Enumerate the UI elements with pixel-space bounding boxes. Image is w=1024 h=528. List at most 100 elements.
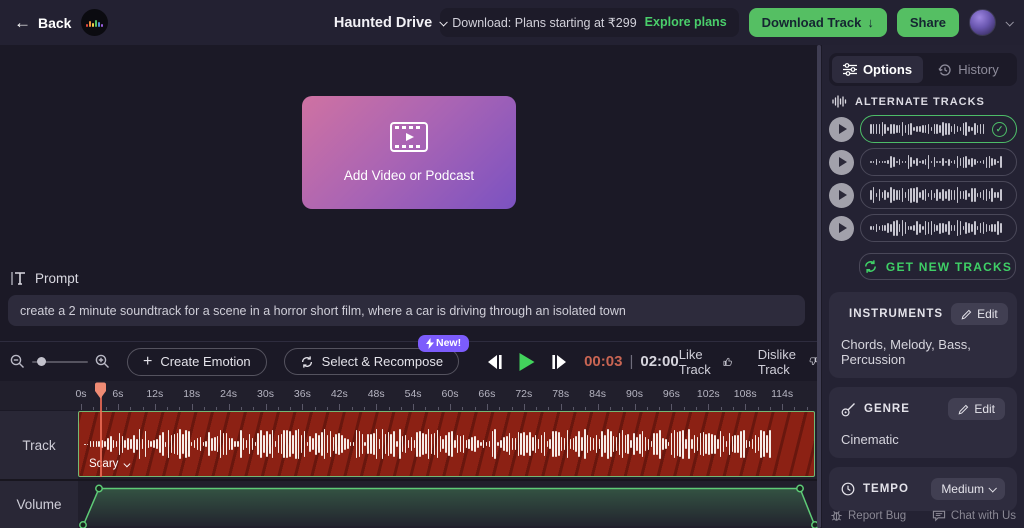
ruler-tick	[130, 407, 131, 410]
waveform-bar	[752, 439, 754, 450]
volume-point[interactable]	[797, 485, 803, 491]
ruler-tick	[610, 407, 611, 410]
zoom-slider[interactable]	[32, 361, 88, 363]
waveform-bar	[963, 191, 965, 199]
ruler-tick	[290, 407, 291, 410]
play-track-button[interactable]	[829, 117, 854, 142]
track-option[interactable]	[860, 214, 1017, 242]
skip-back-button[interactable]	[486, 354, 503, 370]
play-track-button[interactable]	[829, 216, 854, 241]
waveform-bar	[266, 431, 268, 456]
skip-forward-button[interactable]	[551, 354, 568, 370]
waveform-bar	[627, 434, 629, 455]
avatar[interactable]	[969, 9, 996, 36]
ruler-tick-label: 36s	[294, 388, 311, 400]
waveform-bar	[662, 438, 664, 450]
waveform-bar	[619, 433, 621, 455]
emotion-label[interactable]: Scary	[89, 458, 129, 470]
track-option-selected[interactable]: ✓	[860, 115, 1017, 143]
get-new-tracks-button[interactable]: GET NEW TRACKS	[859, 253, 1016, 280]
waveform-bar	[691, 439, 693, 450]
waveform-bar	[936, 189, 938, 201]
waveform-bar	[916, 126, 918, 131]
waveform-bar	[281, 434, 283, 455]
ruler-tick	[745, 404, 746, 410]
play-button[interactable]	[518, 352, 536, 372]
waveform-bar	[309, 436, 311, 453]
playhead-marker[interactable]	[94, 382, 107, 399]
waveform-bar	[286, 430, 288, 459]
play-track-button[interactable]	[829, 183, 854, 208]
download-track-button[interactable]: Download Track ↓	[749, 8, 887, 37]
waveform-bar	[425, 434, 427, 455]
waveform-bar	[477, 440, 479, 448]
tab-options[interactable]: Options	[832, 56, 923, 83]
play-track-button[interactable]	[829, 150, 854, 175]
ruler-tick	[524, 404, 525, 410]
waveform-bar	[492, 431, 494, 458]
waveform-bar	[905, 161, 907, 163]
tab-history[interactable]: History	[923, 56, 1014, 83]
waveform-bar	[240, 430, 242, 458]
waveform-bar	[231, 438, 233, 451]
waveform-bar	[529, 432, 531, 457]
scrollbar[interactable]	[817, 45, 821, 528]
waveform-bar	[714, 435, 716, 454]
waveform-bar	[986, 157, 988, 168]
ruler-tick	[118, 404, 119, 410]
edit-genre-button[interactable]: Edit	[948, 398, 1005, 420]
waveform-bar	[442, 439, 444, 448]
brand-logo[interactable]	[81, 9, 108, 36]
back-button[interactable]: ← Back	[14, 14, 71, 31]
volume-envelope[interactable]	[78, 481, 818, 528]
waveform-bar	[758, 437, 760, 451]
volume-point[interactable]	[80, 522, 86, 528]
select-recompose-button[interactable]: Select & Recompose	[284, 348, 459, 375]
report-bug-button[interactable]: Report Bug	[830, 509, 906, 522]
track-option[interactable]	[860, 148, 1017, 176]
waveform-bar	[890, 156, 892, 169]
chat-with-us-button[interactable]: Chat with Us	[932, 509, 1016, 522]
audio-clip[interactable]: Scary	[78, 411, 815, 477]
share-button[interactable]: Share	[897, 8, 959, 37]
zoom-out-icon[interactable]	[10, 354, 25, 369]
chat-icon	[932, 509, 946, 522]
waveform-bar	[749, 441, 751, 447]
waveform-bar	[549, 439, 551, 449]
create-emotion-button[interactable]: + Create Emotion	[127, 348, 267, 376]
waveform-bar	[203, 442, 205, 446]
explore-plans-link[interactable]: Explore plans	[645, 15, 727, 30]
ruler-tick-label: 18s	[183, 388, 200, 400]
add-video-card[interactable]: Add Video or Podcast	[302, 96, 516, 209]
ruler-tick	[450, 404, 451, 410]
ruler-tick	[721, 407, 722, 410]
track-option[interactable]	[860, 181, 1017, 209]
prompt-header: Prompt	[11, 271, 79, 286]
waveform-bar	[870, 190, 872, 200]
waveform-bar	[873, 124, 875, 133]
prompt-input[interactable]	[8, 295, 805, 326]
plans-banner: Download: Plans starting at ₹299 Explore…	[440, 8, 738, 37]
zoom-slider-thumb[interactable]	[37, 357, 46, 366]
waveform-bar	[873, 187, 875, 203]
waveform-bar	[197, 438, 199, 451]
waveform-bar	[575, 436, 577, 452]
timeline-ruler[interactable]: 0s6s12s18s24s30s36s42s48s54s60s66s72s78s…	[78, 385, 818, 410]
waveform-bar	[723, 436, 725, 452]
account-chevron-down-icon[interactable]	[1005, 18, 1013, 26]
waveform-bar	[385, 434, 387, 455]
waveform-bar	[942, 122, 944, 135]
project-title[interactable]: Haunted Drive	[334, 0, 446, 45]
zoom-in-icon[interactable]	[95, 354, 110, 369]
waveform-bar	[884, 190, 886, 201]
volume-point[interactable]	[96, 485, 102, 491]
waveform-bar	[963, 157, 965, 168]
waveform-bar	[882, 225, 884, 231]
waveform-bar	[200, 437, 202, 452]
dislike-track-button[interactable]: Dislike Track	[758, 347, 818, 377]
waveform-bar	[101, 440, 103, 448]
like-track-button[interactable]: Like Track	[679, 347, 733, 377]
edit-instruments-button[interactable]: Edit	[951, 303, 1008, 325]
ruler-tick	[93, 407, 94, 410]
tempo-select[interactable]: Medium	[931, 478, 1005, 500]
